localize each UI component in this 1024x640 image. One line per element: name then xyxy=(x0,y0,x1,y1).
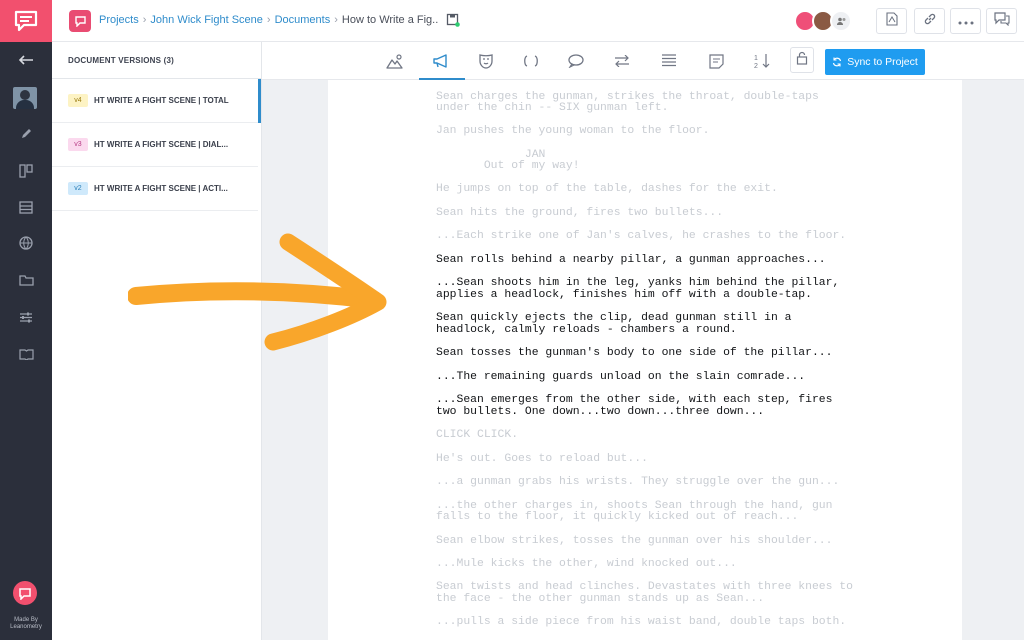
top-header: Projects › John Wick Fight Scene › Docum… xyxy=(52,0,1024,42)
chevron-right-icon: › xyxy=(334,14,338,26)
swap-icon[interactable] xyxy=(608,48,636,74)
shape-icon[interactable] xyxy=(517,48,545,74)
chevron-right-icon: › xyxy=(142,14,147,26)
note-icon[interactable] xyxy=(702,48,730,74)
more-icon xyxy=(958,12,974,30)
book-icon[interactable] xyxy=(0,340,52,368)
speech-bubble-logo-icon[interactable] xyxy=(0,0,52,42)
megaphone-icon[interactable] xyxy=(419,48,465,81)
annotation-arrow-icon xyxy=(128,233,387,351)
version-label: HT WRITE A FIGHT SCENE | ACTI... xyxy=(94,184,228,193)
document-icon xyxy=(69,10,91,32)
list-icon[interactable] xyxy=(0,193,52,221)
script-line[interactable]: two bullets. One down...two down...three… xyxy=(436,406,764,418)
editor-toolbar: 12 Sync to Project xyxy=(262,42,1024,81)
collaborators[interactable] xyxy=(794,10,860,32)
script-line[interactable]: ...Each strike one of Jan's calves, he c… xyxy=(436,230,846,242)
users-icon xyxy=(830,10,852,32)
script-line[interactable]: ...Mule kicks the other, wind knocked ou… xyxy=(436,558,737,570)
script-line[interactable]: He's out. Goes to reload but... xyxy=(436,453,648,465)
sync-to-project-button[interactable]: Sync to Project xyxy=(825,49,925,75)
script-line[interactable]: He jumps on top of the table, dashes for… xyxy=(436,183,778,195)
svg-text:2: 2 xyxy=(754,63,758,69)
script-line[interactable]: ...pulls a side piece from his waist ban… xyxy=(436,616,846,628)
made-by-text: Made By Leanometry xyxy=(10,617,42,630)
brand-logo-icon xyxy=(13,581,37,605)
comments-icon xyxy=(993,11,1010,31)
breadcrumb-projects[interactable]: Projects xyxy=(99,14,139,26)
version-item-v4[interactable]: v4 HT WRITE A FIGHT SCENE | TOTAL xyxy=(52,79,261,123)
sliders-icon[interactable] xyxy=(0,303,52,331)
sync-icon xyxy=(832,57,842,67)
script-line[interactable]: CLICK CLICK. xyxy=(436,429,518,441)
script-line[interactable]: falls to the floor, it quickly kicked ou… xyxy=(436,511,798,523)
script-line[interactable]: Out of my way! xyxy=(436,160,580,172)
pdf-button[interactable] xyxy=(876,8,907,34)
script-line[interactable]: headlock, calmly reloads - chambers a ro… xyxy=(436,324,737,336)
version-tag: v4 xyxy=(68,94,88,107)
chevron-right-icon: › xyxy=(266,14,271,26)
version-tag: v3 xyxy=(68,138,88,151)
back-arrow-icon[interactable] xyxy=(0,46,52,74)
mask-icon[interactable] xyxy=(472,48,500,74)
script-page[interactable]: Sean charges the gunman, strikes the thr… xyxy=(328,80,962,640)
breadcrumb: Projects › John Wick Fight Scene › Docum… xyxy=(99,14,438,26)
script-line[interactable]: ...Sean shoots him in the leg, yanks him… xyxy=(436,277,839,289)
sync-button-label: Sync to Project xyxy=(847,56,918,68)
script-line[interactable]: applies a headlock, finishes him off wit… xyxy=(436,289,812,301)
script-line[interactable]: Sean hits the ground, fires two bullets.… xyxy=(436,207,723,219)
link-button[interactable] xyxy=(914,8,945,34)
script-line[interactable]: under the chin -- SIX gunman left. xyxy=(436,102,668,114)
folder-icon[interactable] xyxy=(0,266,52,294)
version-item-v3[interactable]: v3 HT WRITE A FIGHT SCENE | DIAL... xyxy=(52,123,258,167)
sort-icon[interactable]: 12 xyxy=(748,48,776,74)
lock-icon xyxy=(796,51,808,70)
sphere-icon[interactable] xyxy=(0,229,52,257)
left-rail: Made By Leanometry xyxy=(0,0,52,640)
version-item-v2[interactable]: v2 HT WRITE A FIGHT SCENE | ACTI... xyxy=(52,167,258,211)
version-label: HT WRITE A FIGHT SCENE | TOTAL xyxy=(94,96,229,105)
script-line[interactable]: ...Sean emerges from the other side, wit… xyxy=(436,394,832,406)
script-line[interactable]: Sean tosses the gunman's body to one sid… xyxy=(436,347,832,359)
version-tag: v2 xyxy=(68,182,88,195)
save-icon[interactable] xyxy=(446,13,460,27)
lines-icon[interactable] xyxy=(655,48,683,74)
lock-button[interactable] xyxy=(790,47,814,73)
comments-button[interactable] xyxy=(986,8,1017,34)
columns-icon[interactable] xyxy=(0,157,52,185)
script-line[interactable]: Jan pushes the young woman to the floor. xyxy=(436,125,709,137)
script-line[interactable]: ...The remaining guards unload on the sl… xyxy=(436,371,805,383)
app-window: Made By Leanometry Projects › John Wick … xyxy=(0,0,1024,640)
script-line[interactable]: Sean twists and head clinches. Devastate… xyxy=(436,581,853,593)
chat-icon[interactable] xyxy=(562,48,590,74)
svg-text:1: 1 xyxy=(754,55,758,62)
version-label: HT WRITE A FIGHT SCENE | DIAL... xyxy=(94,140,229,149)
link-icon xyxy=(923,12,937,31)
breadcrumb-current: How to Write a Fig.. xyxy=(341,14,439,26)
avatar[interactable] xyxy=(13,87,37,109)
script-line[interactable]: Sean quickly ejects the clip, dead gunma… xyxy=(436,312,791,324)
pencil-icon[interactable] xyxy=(0,120,52,148)
script-line[interactable]: ...a gunman grabs his wrists. They strug… xyxy=(436,476,839,488)
script-line[interactable]: the face - the other gunman stands up as… xyxy=(436,593,764,605)
active-indicator xyxy=(258,79,261,123)
versions-title: DOCUMENT VERSIONS (3) xyxy=(68,56,174,65)
pdf-icon xyxy=(885,11,898,31)
script-line[interactable]: Sean rolls behind a nearby pillar, a gun… xyxy=(436,254,826,266)
scene-icon[interactable] xyxy=(381,48,409,74)
breadcrumb-documents[interactable]: Documents xyxy=(275,14,331,26)
breadcrumb-project[interactable]: John Wick Fight Scene xyxy=(150,14,263,26)
more-button[interactable] xyxy=(950,8,981,34)
script-line[interactable]: Sean elbow strikes, tosses the gunman ov… xyxy=(436,535,832,547)
